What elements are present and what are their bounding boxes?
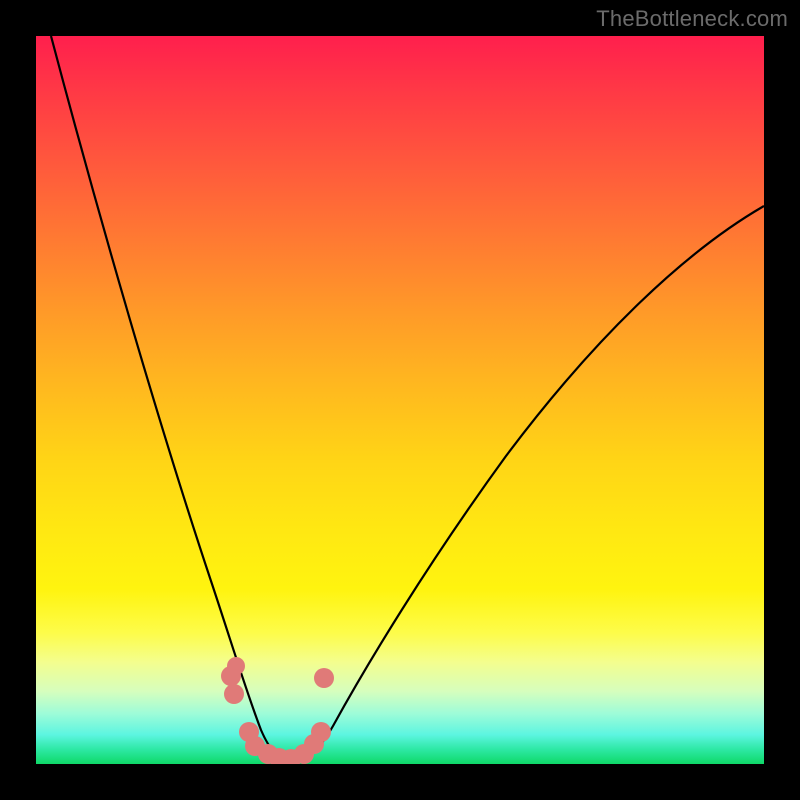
- scatter-near-minimum: [221, 657, 334, 764]
- chart-frame: TheBottleneck.com: [0, 0, 800, 800]
- watermark-text: TheBottleneck.com: [596, 6, 788, 32]
- bottleneck-curve: [51, 36, 764, 762]
- plot-area: [36, 36, 764, 764]
- chart-svg: [36, 36, 764, 764]
